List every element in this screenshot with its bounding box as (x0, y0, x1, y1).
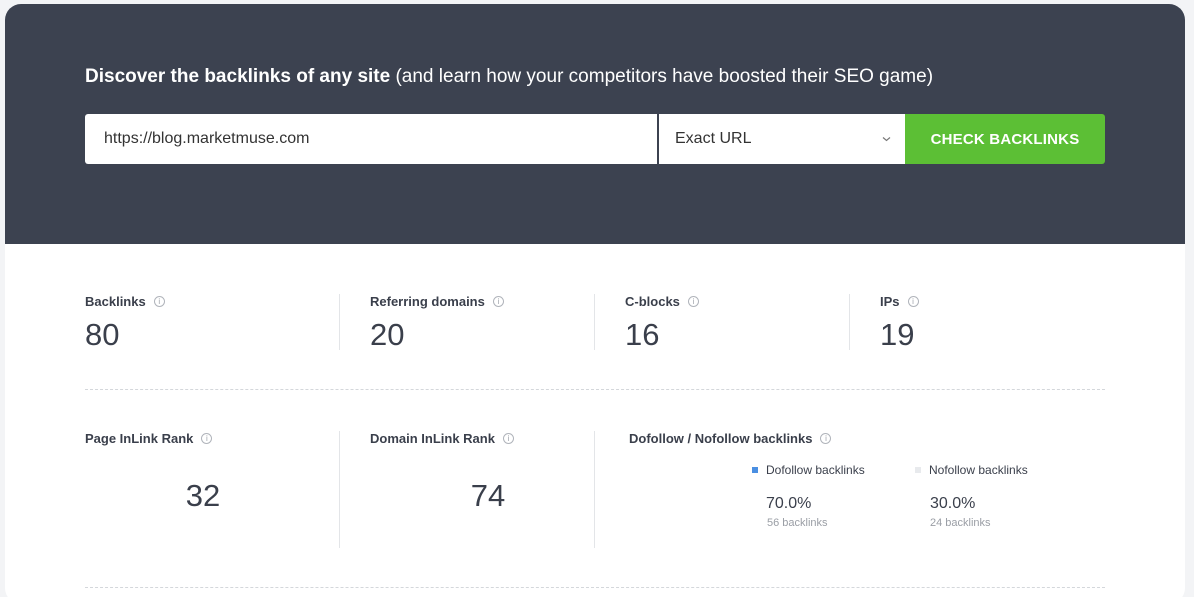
legend-nofollow-label: Nofollow backlinks (929, 463, 1028, 477)
legend-dofollow-swatch (752, 467, 758, 473)
page-inlink-rank-value: 32 (185, 478, 221, 513)
divider (339, 431, 340, 548)
stat-referring-domains-label: Referring domains (370, 294, 485, 309)
info-icon[interactable]: i (907, 296, 919, 307)
section-divider (85, 389, 1105, 390)
info-icon[interactable]: i (820, 433, 832, 444)
stat-referring-domains: Referring domains i 20 (370, 294, 504, 353)
page-inlink-rank: Page InLink Rank i (85, 431, 213, 446)
page-headline: Discover the backlinks of any site (and … (85, 66, 933, 88)
stat-ips-label: IPs (880, 294, 900, 309)
divider (339, 294, 340, 350)
divider (594, 294, 595, 350)
stat-c-blocks: C-blocks i 16 (625, 294, 699, 353)
legend-dofollow: Dofollow backlinks (752, 463, 865, 477)
info-icon[interactable]: i (502, 433, 514, 444)
check-backlinks-button[interactable]: CHECK BACKLINKS (905, 114, 1105, 164)
domain-inlink-rank-label: Domain InLink Rank (370, 431, 495, 446)
stat-ips-value: 19 (880, 317, 915, 352)
url-input[interactable] (85, 114, 657, 164)
info-icon[interactable]: i (201, 433, 213, 444)
stat-c-blocks-value: 16 (625, 317, 660, 352)
dofollow-count: 56 backlinks (767, 517, 828, 529)
info-icon[interactable]: i (153, 296, 165, 307)
section-divider (85, 587, 1105, 588)
domain-inlink-rank-value: 74 (470, 478, 506, 513)
dofollow-nofollow-title: Dofollow / Nofollow backlinks (629, 431, 813, 446)
stat-backlinks-value: 80 (85, 317, 120, 352)
info-icon[interactable]: i (492, 296, 504, 307)
stat-ips: IPs i 19 (880, 294, 919, 353)
domain-inlink-rank: Domain InLink Rank i (370, 431, 514, 446)
stat-c-blocks-label: C-blocks (625, 294, 680, 309)
search-hero: Discover the backlinks of any site (and … (5, 4, 1185, 244)
page-inlink-rank-label: Page InLink Rank (85, 431, 194, 446)
legend-nofollow: Nofollow backlinks (915, 463, 1028, 477)
headline-bold: Discover the backlinks of any site (85, 66, 391, 87)
mode-select[interactable]: Exact URL (659, 114, 905, 164)
stat-referring-domains-value: 20 (370, 317, 405, 352)
nofollow-percent: 30.0% (930, 495, 976, 512)
mode-select-value: Exact URL (675, 130, 752, 147)
stat-backlinks: Backlinks i 80 (85, 294, 165, 353)
divider (594, 431, 595, 548)
backlink-checker-card: Discover the backlinks of any site (and … (5, 4, 1185, 597)
legend-dofollow-label: Dofollow backlinks (766, 463, 865, 477)
divider (849, 294, 850, 350)
headline-rest: (and learn how your competitors have boo… (395, 66, 934, 87)
info-icon[interactable]: i (687, 296, 699, 307)
dofollow-nofollow-panel: Dofollow / Nofollow backlinks i (629, 431, 832, 446)
chevron-down-icon (881, 134, 891, 144)
stat-backlinks-label: Backlinks (85, 294, 146, 309)
nofollow-count: 24 backlinks (930, 517, 991, 529)
dofollow-percent: 70.0% (766, 495, 812, 512)
legend-nofollow-swatch (915, 467, 921, 473)
